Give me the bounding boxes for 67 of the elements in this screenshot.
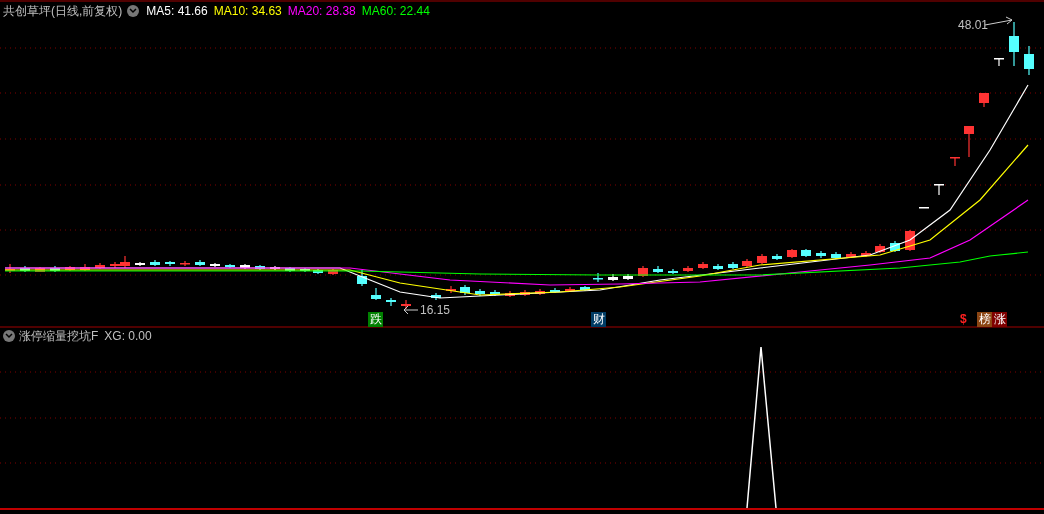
indicator-reading: XG: 0.00 xyxy=(104,328,152,344)
candlestick xyxy=(150,259,160,267)
candlestick xyxy=(713,263,723,271)
candlestick xyxy=(371,287,381,301)
signal-badge: 财 xyxy=(591,312,606,327)
signal-badge: 涨 xyxy=(992,312,1007,327)
indicator-title: 涨停缩量挖坑F xyxy=(19,328,99,344)
candlestick xyxy=(195,259,205,267)
high-price-label: 48.01 xyxy=(958,18,989,32)
low-price-label: 16.15 xyxy=(420,303,451,317)
candlestick xyxy=(831,251,841,260)
candlestick xyxy=(446,285,456,294)
signal-badge: 跌 xyxy=(368,312,383,327)
candlestick xyxy=(964,125,974,158)
candlestick xyxy=(565,286,575,293)
candlestick xyxy=(846,251,856,259)
candlestick xyxy=(475,288,485,297)
candlestick xyxy=(653,265,663,274)
signal-mark: $ xyxy=(960,312,967,327)
candlestick xyxy=(787,248,797,259)
candlestick xyxy=(950,156,960,167)
candlestick xyxy=(728,261,738,270)
candlestick xyxy=(698,261,708,270)
candlestick xyxy=(550,287,560,294)
candlestick xyxy=(668,268,678,275)
arrow-icon xyxy=(403,305,419,315)
candlestick xyxy=(357,269,367,287)
candlestick xyxy=(490,289,500,297)
candlestick xyxy=(535,288,545,296)
candlestick xyxy=(431,292,441,301)
candlestick xyxy=(638,265,648,278)
candlestick xyxy=(1024,45,1034,76)
candlestick xyxy=(520,289,530,297)
candlestick xyxy=(95,262,105,270)
candlestick xyxy=(994,57,1004,67)
candlestick xyxy=(683,265,693,273)
candlestick xyxy=(401,299,411,310)
candlestick xyxy=(861,250,871,258)
candlestick xyxy=(772,253,782,261)
moving-average-label: MA60: 22.44 xyxy=(361,3,430,19)
moving-average-label: MA20: 28.38 xyxy=(287,3,356,19)
chart-title: 共创草坪(日线,前复权) xyxy=(3,3,123,19)
candlestick xyxy=(580,285,590,292)
candlestick xyxy=(875,243,885,254)
candlestick xyxy=(460,284,470,296)
signal-badge: 榜 xyxy=(977,312,992,327)
candlestick xyxy=(934,183,944,196)
candlestick xyxy=(165,260,175,267)
candlestick xyxy=(919,206,929,209)
candlestick xyxy=(1009,21,1019,67)
candlestick xyxy=(623,273,633,281)
moving-average-label: MA5: 41.66 xyxy=(146,3,208,19)
candlestick xyxy=(905,229,915,252)
candlestick xyxy=(608,273,618,282)
candlestick xyxy=(505,290,515,298)
candlestick xyxy=(757,253,767,265)
candlestick xyxy=(890,240,900,253)
dropdown-icon[interactable] xyxy=(3,330,15,342)
candlestick xyxy=(801,248,811,258)
dropdown-icon[interactable] xyxy=(127,5,139,17)
candlestick xyxy=(742,258,752,268)
candlestick xyxy=(386,297,396,307)
moving-average-label: MA10: 34.63 xyxy=(213,3,282,19)
candlestick xyxy=(180,260,190,267)
candlestick xyxy=(979,92,989,108)
candlestick xyxy=(816,250,826,259)
candlestick xyxy=(593,272,603,283)
